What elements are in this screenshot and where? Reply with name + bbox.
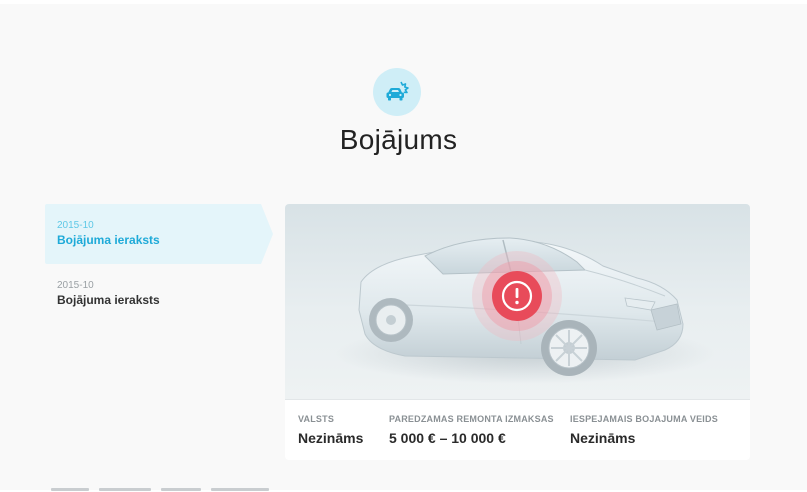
damage-detail-card: VALSTS Nezināms PAREDZAMAS REMONTA IZMAK… [285, 204, 750, 460]
record-date: 2015-10 [57, 280, 94, 291]
damage-record-item-active[interactable]: 2015-10 Bojājuma ieraksts [45, 204, 273, 264]
car-damage-icon [373, 68, 421, 116]
stat-country: VALSTS Nezināms [298, 414, 363, 446]
stat-damage-type: IESPEJAMAIS BOJAJUMA VEIDS Nezināms [570, 414, 718, 446]
car-damage-visual [285, 204, 750, 400]
damage-record-item[interactable]: 2015-10 Bojājuma ieraksts [45, 264, 273, 324]
stat-label: VALSTS [298, 414, 335, 424]
cut-off-text-line [45, 488, 275, 492]
page-title: Bojājums [339, 124, 458, 155]
record-title: Bojājuma ieraksts [57, 293, 160, 307]
damage-record-list: 2015-10 Bojājuma ieraksts 2015-10 Bojāju… [45, 204, 273, 324]
stat-label: PAREDZAMAS REMONTA IZMAKSAS [389, 414, 554, 424]
record-title: Bojājuma ieraksts [57, 233, 160, 247]
damage-stats: VALSTS Nezināms PAREDZAMAS REMONTA IZMAK… [285, 400, 750, 460]
stat-value: 5 000 € – 10 000 € [389, 430, 506, 446]
page-background: Bojājums 2015-10 Bojājuma ieraksts 2015-… [0, 4, 807, 492]
stat-repair-cost: PAREDZAMAS REMONTA IZMAKSAS 5 000 € – 10… [389, 414, 554, 446]
record-date: 2015-10 [57, 220, 94, 231]
stat-value: Nezināms [298, 430, 364, 446]
stat-value: Nezināms [570, 430, 636, 446]
stat-label: IESPEJAMAIS BOJAJUMA VEIDS [570, 414, 718, 424]
alert-icon[interactable] [472, 251, 562, 341]
